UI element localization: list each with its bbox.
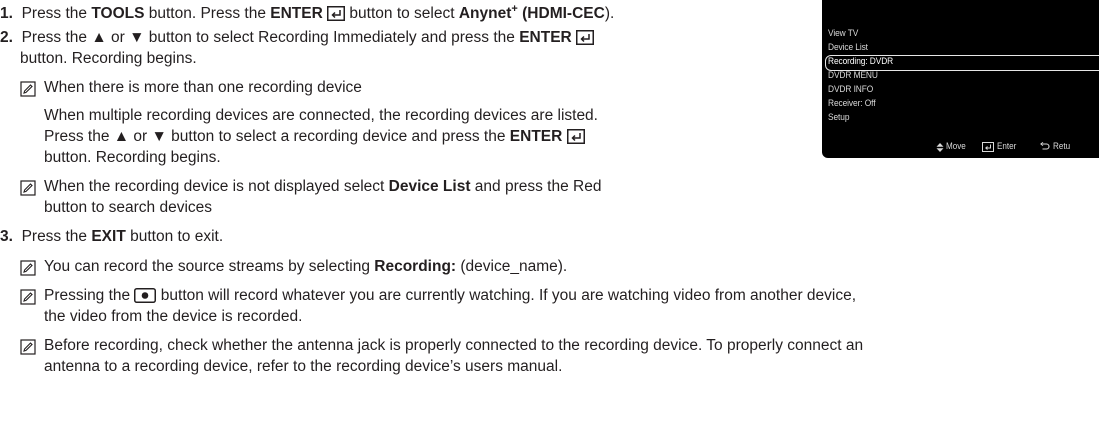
footer-return: Retu: [1053, 141, 1071, 151]
note-icon: [20, 339, 36, 355]
step-text: ).: [604, 5, 615, 23]
note-line: antenna to a recording device, refer to …: [44, 358, 563, 375]
enter-label: ENTER: [270, 5, 323, 23]
step-2: 2. Press the ▲ or ▼ button to select Rec…: [0, 29, 595, 47]
menu-item-device-list[interactable]: Device List: [828, 42, 868, 53]
return-icon: [1040, 142, 1050, 150]
enter-label: ENTER: [519, 29, 572, 46]
note-line: button. Recording begins.: [44, 149, 221, 166]
tools-label: TOOLS: [91, 5, 145, 23]
menu-item-setup[interactable]: Setup: [828, 112, 849, 123]
anynet-label: Anynet: [458, 5, 512, 23]
menu-item-dvdr-info[interactable]: DVDR INFO: [828, 84, 873, 95]
exit-label: EXIT: [91, 228, 126, 245]
menu-item-recording[interactable]: Recording: DVDR: [828, 56, 893, 67]
note-text: button will record whatever you are curr…: [156, 287, 857, 304]
step-text: Press the: [21, 228, 92, 245]
step-2-line-2: button. Recording begins.: [20, 50, 197, 67]
note-line: button to search devices: [44, 199, 213, 216]
note-device-not-displayed: When the recording device is not display…: [20, 178, 601, 196]
tv-screen-illustration: View TV Device List Recording: DVDR DVDR…: [822, 0, 1099, 158]
note-text: Pressing the: [44, 287, 135, 304]
enter-icon: [982, 142, 994, 152]
step-text: button. Press the: [144, 5, 271, 23]
note-icon: [20, 260, 36, 276]
enter-icon: [327, 6, 346, 22]
step-text: Press the ▲ or ▼ button to select Record…: [21, 29, 520, 46]
note-icon: [20, 289, 36, 305]
note-text: When the recording device is not display…: [44, 178, 389, 195]
note-heading: When there is more than one recording de…: [44, 79, 362, 96]
note-text: and press the Red: [470, 178, 602, 195]
step-text: button to select: [345, 5, 459, 23]
note-line: Press the ▲ or ▼ button to select a reco…: [44, 128, 585, 146]
record-icon: [134, 288, 157, 303]
hdmi-cec-label: (HDMI-CEC: [517, 5, 605, 23]
enter-label: ENTER: [509, 128, 563, 145]
step-text: button to exit.: [125, 228, 224, 245]
device-list-label: Device List: [388, 178, 471, 195]
step-1: 1. Press the TOOLS button. Press the ENT…: [0, 3, 614, 23]
step-number: 2.: [0, 29, 13, 46]
note-line: When multiple recording devices are conn…: [44, 107, 598, 124]
note-text: Press the ▲ or ▼ button to select a reco…: [44, 128, 510, 145]
menu-item-receiver[interactable]: Receiver: Off: [828, 98, 876, 109]
step-number: 3.: [0, 228, 13, 245]
note-source-streams: You can record the source streams by sel…: [20, 258, 567, 276]
step-text: Press the: [21, 5, 92, 23]
menu-item-view-tv[interactable]: View TV: [828, 28, 858, 39]
enter-icon: [566, 129, 585, 144]
note-multiple-devices: When there is more than one recording de…: [20, 79, 362, 97]
note-text: (device_name).: [456, 258, 568, 275]
note-text: You can record the source streams by sel…: [44, 258, 375, 275]
enter-icon: [576, 30, 595, 45]
menu-item-dvdr-menu[interactable]: DVDR MENU: [828, 70, 878, 81]
note-icon: [20, 180, 36, 196]
step-number: 1.: [0, 5, 13, 23]
step-3: 3. Press the EXIT button to exit.: [0, 228, 223, 246]
up-down-arrow-icon: [936, 143, 944, 152]
note-line: the video from the device is recorded.: [44, 308, 303, 325]
footer-enter: Enter: [997, 141, 1017, 151]
footer-move: Move: [946, 141, 966, 151]
note-record-button: Pressing the button will record whatever…: [20, 287, 856, 305]
note-icon: [20, 81, 36, 97]
note-before-recording: Before recording, check whether the ante…: [20, 337, 863, 355]
recording-label: Recording:: [374, 258, 457, 275]
note-text: Before recording, check whether the ante…: [44, 337, 864, 354]
